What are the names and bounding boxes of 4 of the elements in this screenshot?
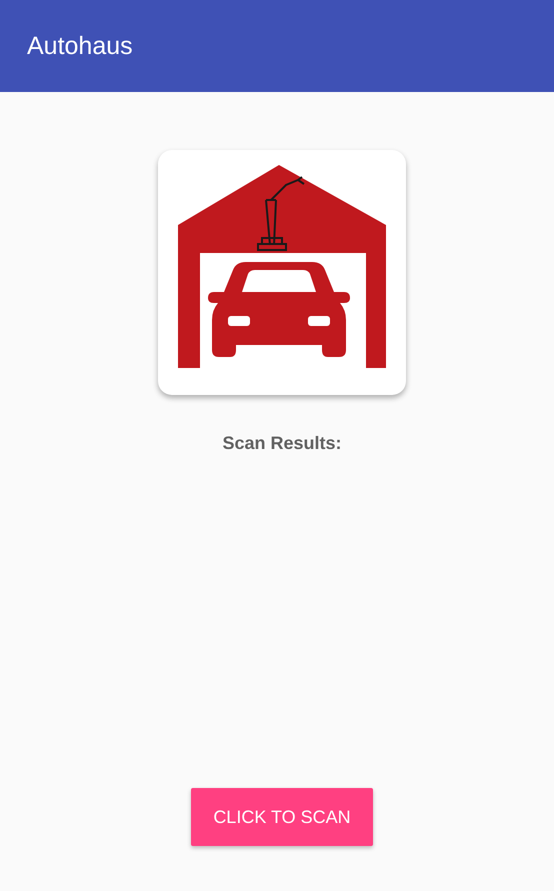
scan-results-label: Scan Results: (222, 433, 342, 454)
scan-button[interactable]: CLICK TO SCAN (191, 788, 373, 846)
garage-car-logo-icon (178, 165, 386, 368)
app-title: Autohaus (27, 32, 133, 60)
